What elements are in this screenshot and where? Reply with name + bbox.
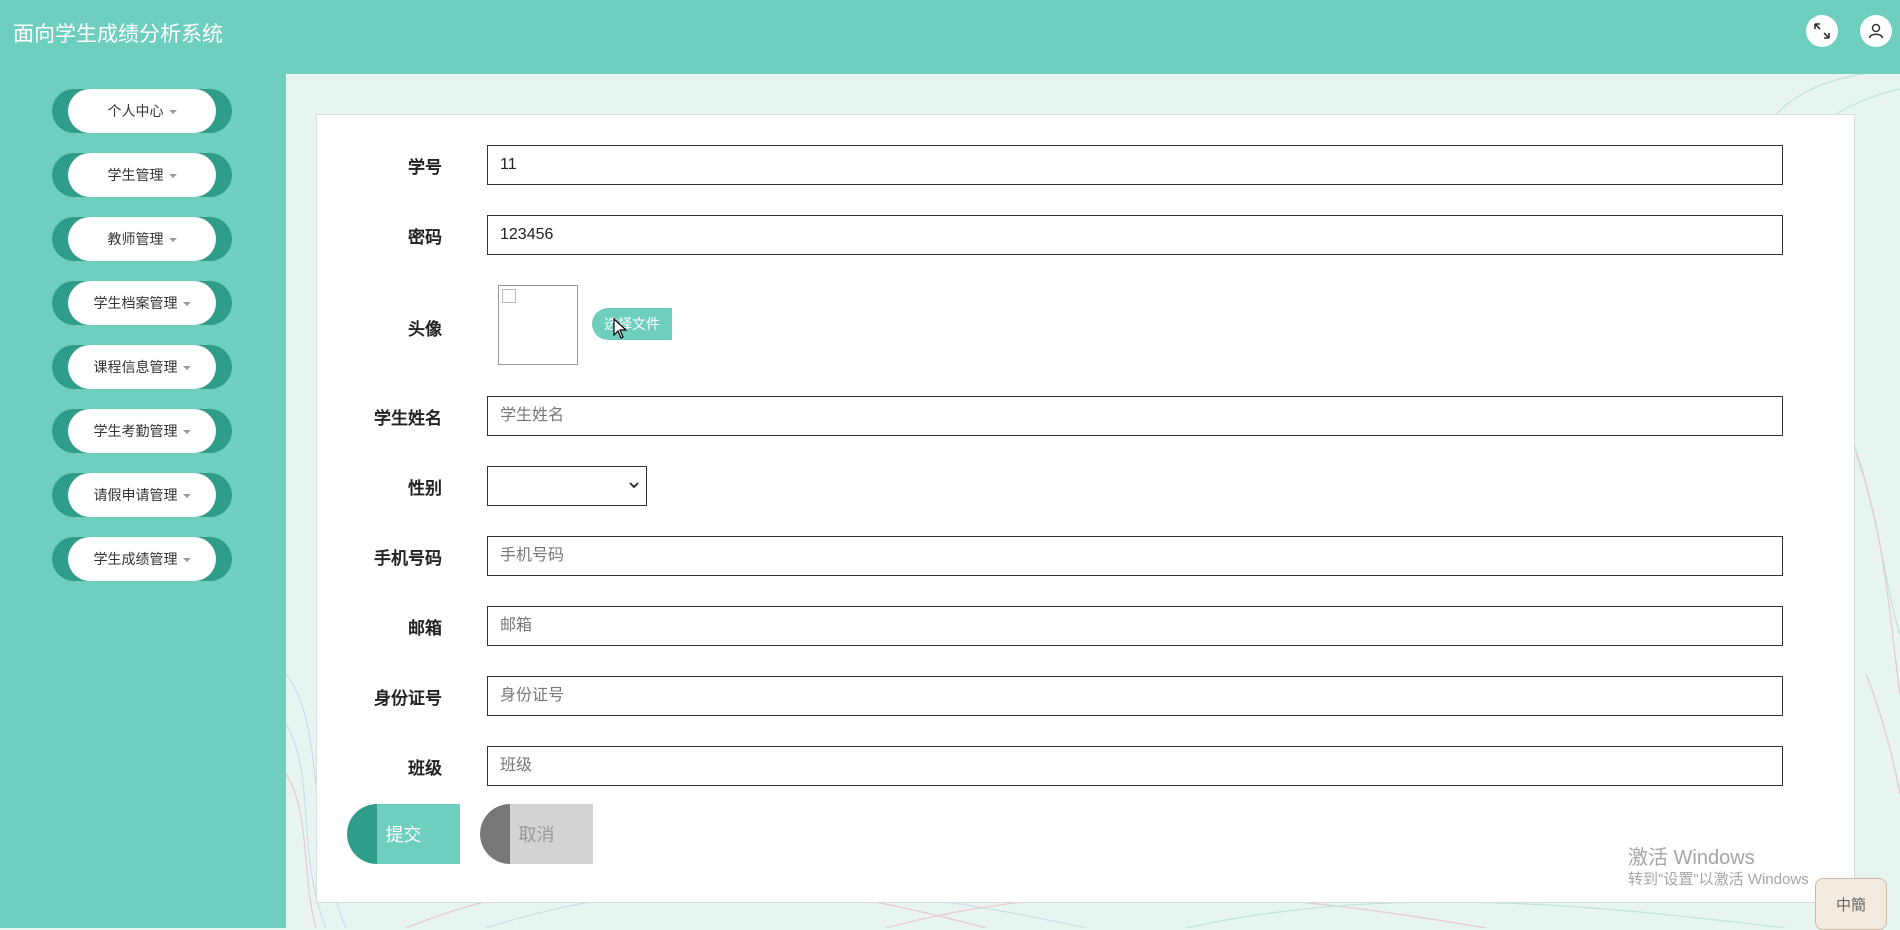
choose-file-button[interactable]: 选择文件 [592, 308, 672, 340]
class-input[interactable] [487, 746, 1783, 786]
sidebar-item-label: 学生考勤管理 [93, 423, 178, 439]
sidebar-item-attendance[interactable]: 学生考勤管理 [52, 409, 232, 453]
chevron-down-icon [182, 301, 191, 306]
sidebar-item-personal-center[interactable]: 个人中心 [52, 89, 232, 133]
windows-watermark-subtitle: 转到"设置"以激活 Windows [1628, 871, 1809, 888]
cancel-button[interactable]: 取消 [480, 804, 593, 864]
user-button[interactable] [1860, 15, 1892, 47]
sidebar-item-course-info[interactable]: 课程信息管理 [52, 345, 232, 389]
sidebar-item-label: 个人中心 [107, 103, 164, 119]
broken-image-icon [502, 289, 516, 303]
app-title: 面向学生成绩分析系统 [13, 23, 223, 46]
avatar-preview [498, 285, 578, 365]
chevron-down-icon [168, 109, 177, 114]
phone-input[interactable] [487, 536, 1783, 576]
fullscreen-icon [1814, 23, 1830, 39]
chevron-down-icon [168, 237, 177, 242]
name-input[interactable] [487, 396, 1783, 436]
avatar-label: 头像 [408, 320, 442, 339]
chevron-down-icon [182, 493, 191, 498]
chevron-down-icon [182, 429, 191, 434]
sidebar-item-label: 请假申请管理 [93, 487, 178, 503]
chevron-down-icon [168, 173, 177, 178]
password-input[interactable] [487, 215, 1783, 255]
sidebar-item-leave-request[interactable]: 请假申请管理 [52, 473, 232, 517]
top-header: 面向学生成绩分析系统 [0, 0, 1900, 74]
ime-widget[interactable]: 中簡 [1815, 878, 1887, 930]
submit-button[interactable]: 提交 [347, 804, 460, 864]
sidebar-item-label: 课程信息管理 [93, 359, 178, 375]
sidebar-item-student-management[interactable]: 学生管理 [52, 153, 232, 197]
chevron-down-icon [182, 557, 191, 562]
email-input[interactable] [487, 606, 1783, 646]
id-card-input[interactable] [487, 676, 1783, 716]
fullscreen-button[interactable] [1806, 15, 1838, 47]
id-card-label: 身份证号 [374, 689, 442, 708]
user-icon [1868, 23, 1884, 39]
sidebar-item-grades[interactable]: 学生成绩管理 [52, 537, 232, 581]
gender-select[interactable] [487, 466, 647, 506]
sidebar-item-student-archive[interactable]: 学生档案管理 [52, 281, 232, 325]
form-panel: 学号 密码 头像 选择文件 学生姓名 性别 手机号码 邮箱 身份证号 班级 提交… [316, 114, 1855, 903]
sidebar-item-label: 学生成绩管理 [93, 551, 178, 567]
class-label: 班级 [408, 759, 442, 778]
sidebar-item-label: 学生档案管理 [93, 295, 178, 311]
sidebar-item-label: 教师管理 [107, 231, 164, 247]
password-label: 密码 [408, 228, 442, 247]
sidebar-item-label: 学生管理 [107, 167, 164, 183]
student-id-label: 学号 [408, 158, 442, 177]
windows-watermark-title: 激活 Windows [1628, 847, 1755, 869]
name-label: 学生姓名 [374, 409, 442, 428]
sidebar: 个人中心 学生管理 教师管理 学生档案管理 课程信息管理 学生考勤管理 请假申请… [0, 74, 286, 928]
ime-label: 中簡 [1835, 896, 1866, 914]
chevron-down-icon [182, 365, 191, 370]
sidebar-item-teacher-management[interactable]: 教师管理 [52, 217, 232, 261]
student-id-input[interactable] [487, 145, 1783, 185]
email-label: 邮箱 [408, 619, 442, 638]
mouse-cursor-icon [613, 318, 628, 339]
phone-label: 手机号码 [374, 549, 442, 568]
chevron-down-icon [629, 482, 639, 489]
gender-label: 性别 [408, 479, 442, 498]
